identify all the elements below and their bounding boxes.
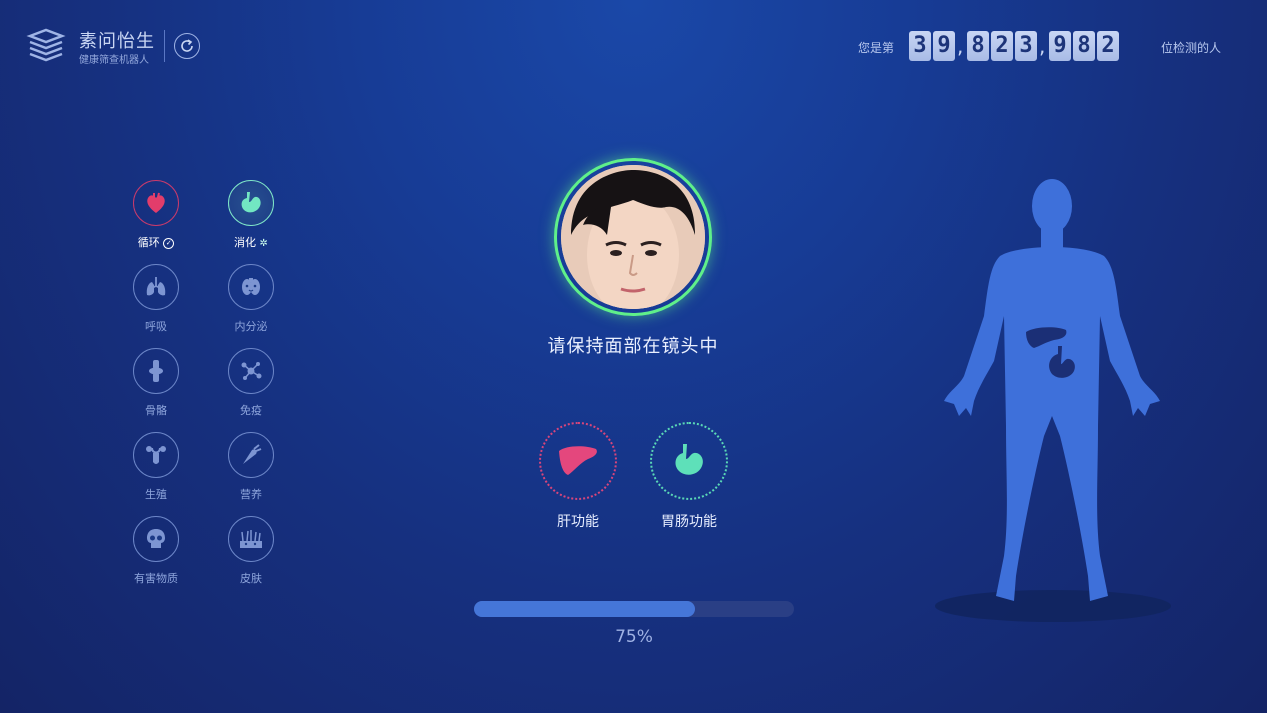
- liver-function-button[interactable]: [539, 422, 617, 500]
- counter-digit: 3: [1015, 31, 1037, 61]
- brand-logo: [26, 26, 66, 66]
- system-item-endocrine[interactable]: 内分泌: [216, 264, 286, 344]
- counter-digit: 2: [1097, 31, 1119, 61]
- liver-function-label: 肝功能: [557, 514, 599, 530]
- loading-spinner-icon: ✲: [259, 238, 268, 249]
- reproductive-icon: [146, 446, 166, 464]
- counter-digit: 8: [967, 31, 989, 61]
- stomach-icon: [241, 192, 261, 213]
- system-item-skin[interactable]: 皮肤: [216, 516, 286, 596]
- lungs-icon: [146, 277, 166, 296]
- counter-separator: ,: [957, 34, 964, 58]
- scan-progress-bar: [474, 601, 794, 617]
- counter-separator: ,: [1039, 34, 1046, 58]
- stomach-icon: [675, 444, 703, 475]
- refresh-button[interactable]: [174, 33, 200, 59]
- face-camera-preview: [554, 158, 712, 316]
- counter-digit: 9: [933, 31, 955, 61]
- endocrine-icon: [242, 278, 260, 295]
- system-label: 有害物质: [134, 572, 178, 585]
- counter-digit: 2: [991, 31, 1013, 61]
- system-label: 消化: [234, 236, 257, 249]
- header-divider: [164, 30, 165, 62]
- brand-title: 素问怡生: [79, 31, 155, 52]
- progress-fill: [474, 601, 695, 617]
- system-item-digestion[interactable]: 消化 ✲: [216, 180, 286, 260]
- counter-digit: 8: [1073, 31, 1095, 61]
- visitor-counter: 3 9 , 8 2 3 , 9 8 2: [909, 31, 1121, 61]
- refresh-icon: [181, 39, 193, 52]
- counter-digit: 9: [1049, 31, 1071, 61]
- gastro-function-label: 胃肠功能: [661, 514, 717, 530]
- system-item-reproductive[interactable]: 生殖: [121, 432, 191, 512]
- system-label: 骨骼: [145, 404, 167, 417]
- system-item-immune[interactable]: 免疫: [216, 348, 286, 428]
- face-photo: [561, 165, 705, 309]
- counter-suffix: 位检测的人: [1161, 41, 1222, 55]
- skull-icon: [147, 529, 165, 548]
- system-label: 免疫: [240, 404, 262, 417]
- system-label: 生殖: [145, 488, 167, 501]
- system-item-respiration[interactable]: 呼吸: [121, 264, 191, 344]
- system-item-skeleton[interactable]: 骨骼: [121, 348, 191, 428]
- progress-percent: 75%: [615, 627, 653, 647]
- system-label: 营养: [240, 488, 262, 501]
- brand-subtitle: 健康筛查机器人: [79, 55, 149, 66]
- system-label: 内分泌: [234, 320, 268, 333]
- bone-joint-icon: [149, 360, 163, 382]
- counter-digit: 3: [909, 31, 931, 61]
- carrot-icon: [243, 444, 262, 464]
- heart-icon: [147, 192, 165, 213]
- system-label: 呼吸: [145, 320, 167, 333]
- system-item-harmful-substances[interactable]: 有害物质: [121, 516, 191, 596]
- face-instruction: 请保持面部在镜头中: [547, 336, 719, 357]
- skin-hair-icon: [240, 530, 262, 548]
- human-body-figure: [940, 176, 1165, 611]
- system-item-circulation[interactable]: 循环 ✓: [121, 180, 191, 260]
- system-label: 皮肤: [240, 572, 262, 585]
- counter-prefix: 您是第: [858, 41, 895, 55]
- system-item-nutrition[interactable]: 营养: [216, 432, 286, 512]
- check-circle-icon: ✓: [163, 237, 175, 249]
- molecule-icon: [241, 362, 262, 380]
- system-label: 循环: [137, 236, 160, 249]
- liver-icon: [559, 446, 597, 475]
- gastro-function-button[interactable]: [650, 422, 728, 500]
